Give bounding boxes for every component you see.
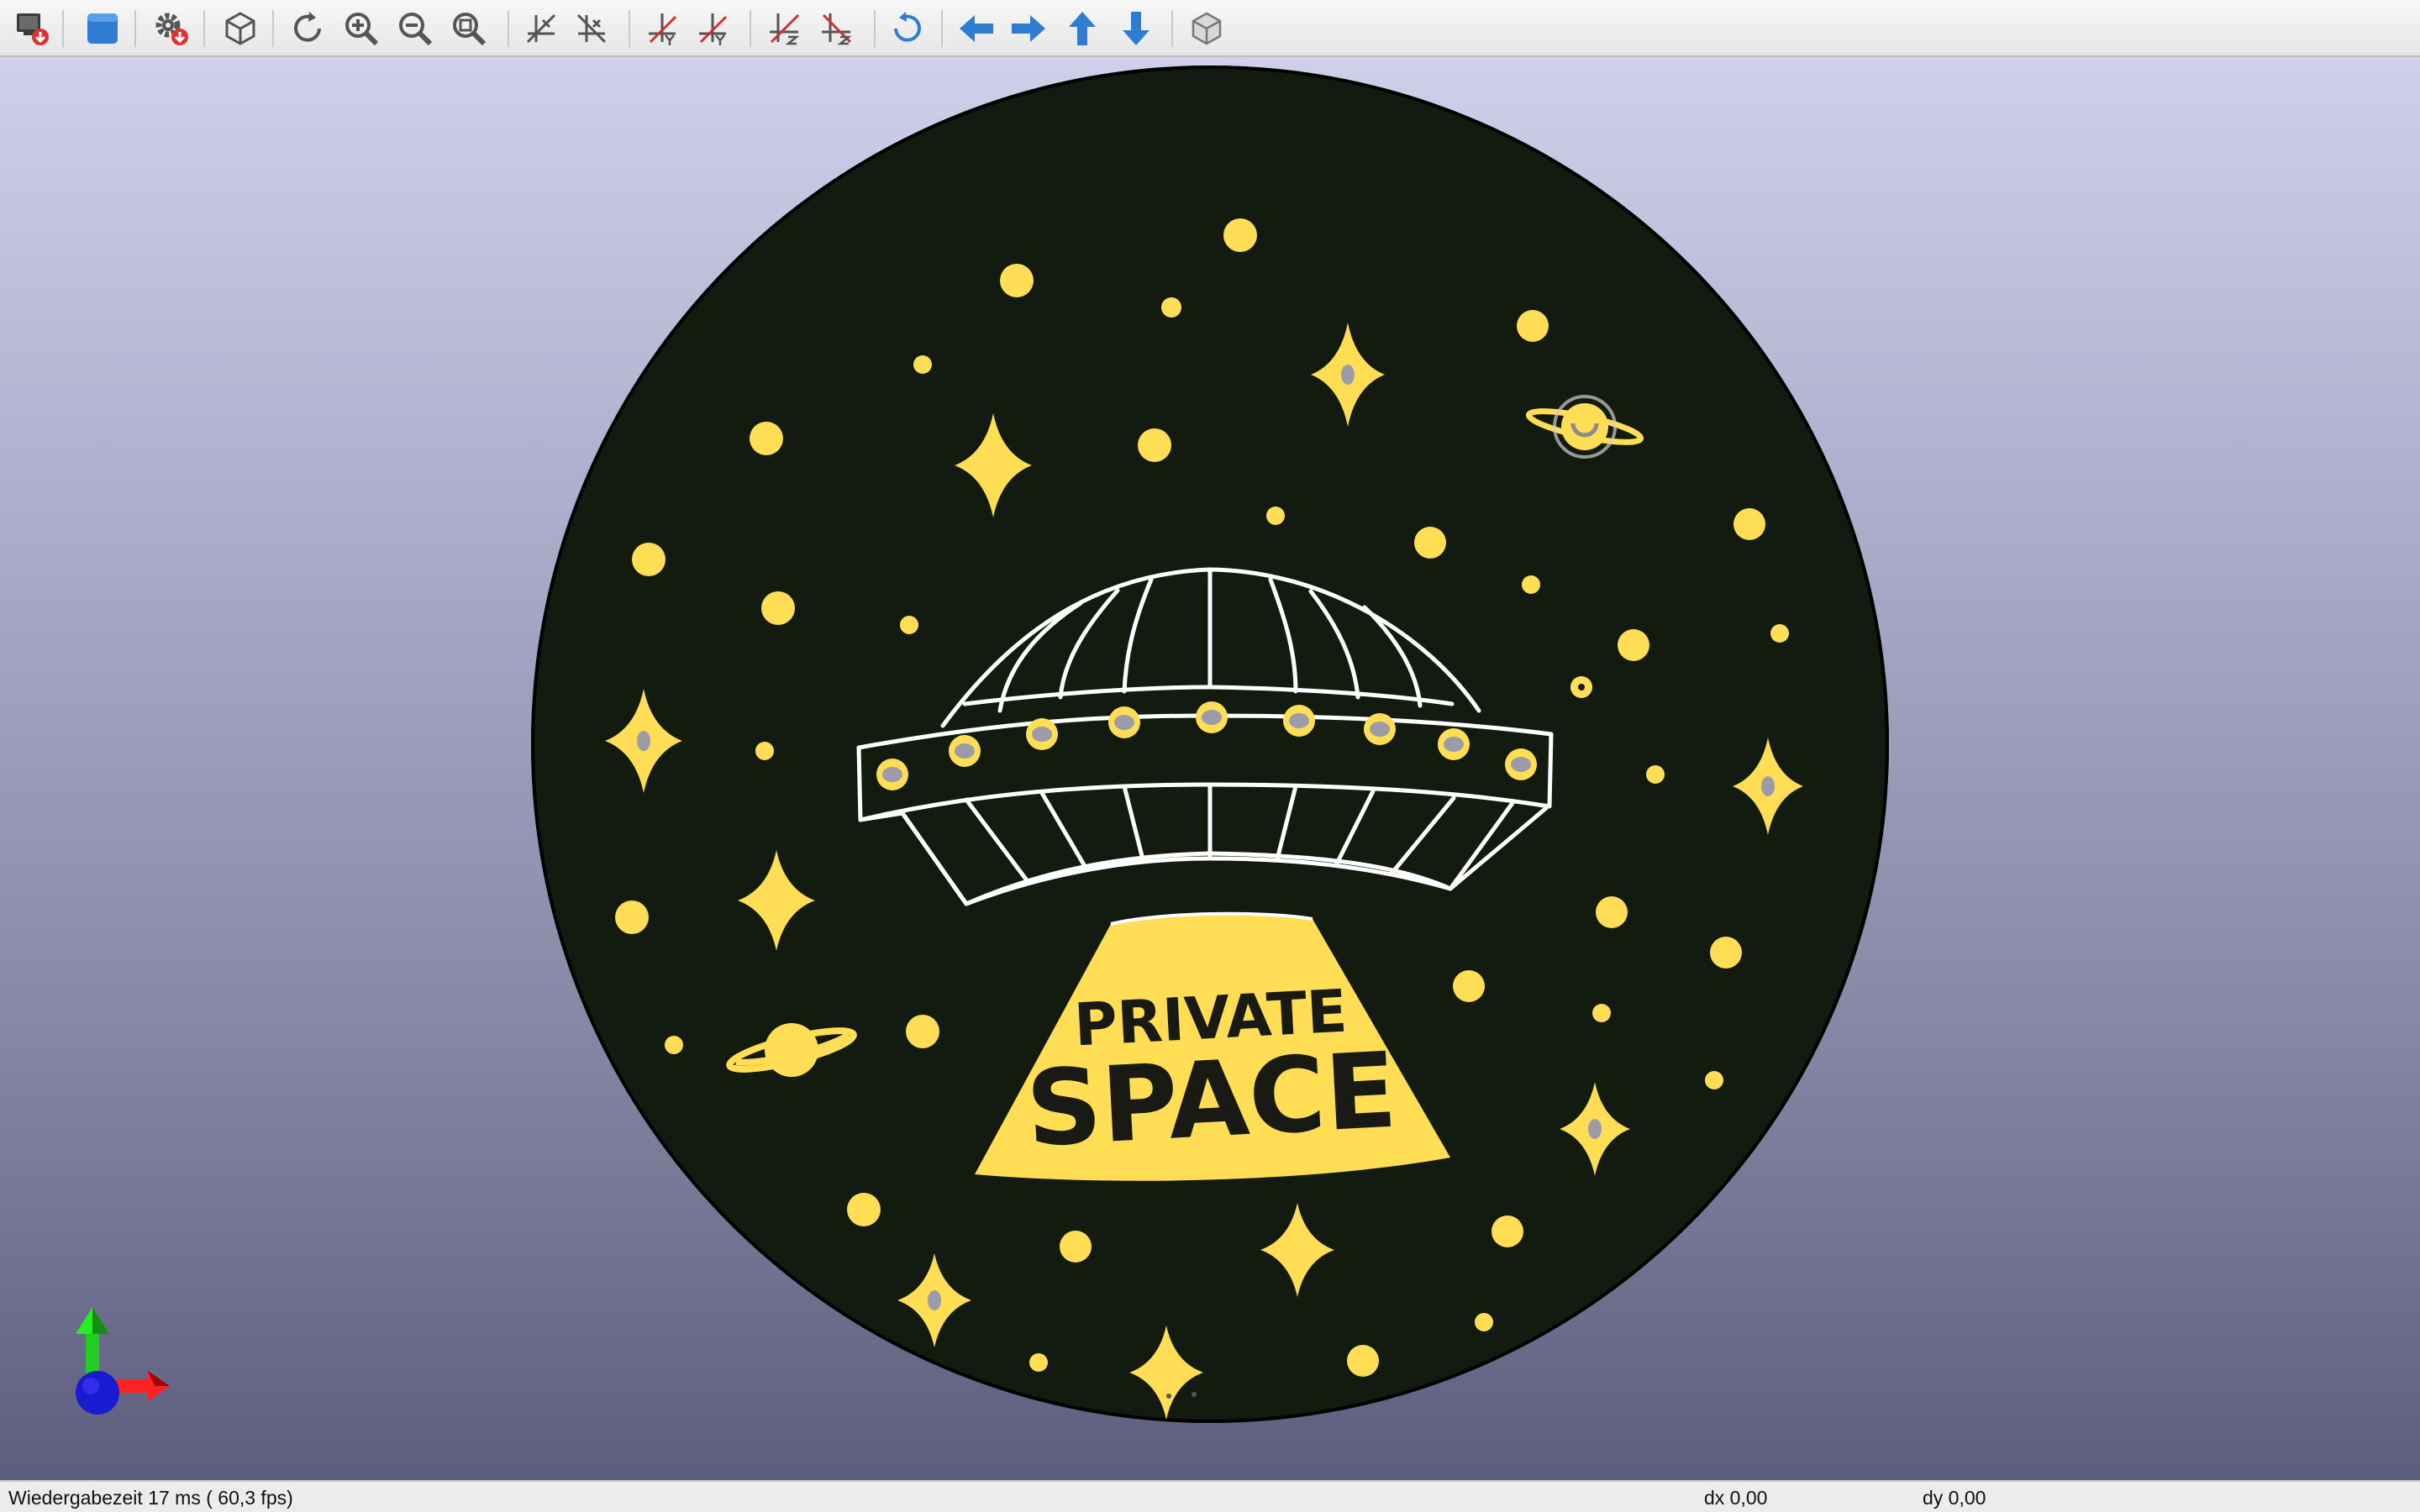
reset-view-button[interactable] <box>217 5 264 52</box>
zoom-in-button[interactable] <box>338 5 385 52</box>
mount-hole <box>1588 1119 1602 1139</box>
pan-down-button[interactable] <box>1113 5 1160 52</box>
star-dot <box>755 742 774 760</box>
flip-z-button-2[interactable] <box>813 5 860 52</box>
star-dot <box>1733 508 1765 540</box>
star-dot <box>1414 527 1446 559</box>
rotate-icon <box>294 12 321 42</box>
model-scene: PRIVATE SPACE <box>76 66 1889 1423</box>
status-bar: Wiedergabezeit 17 ms ( 60,3 fps) dx 0,00… <box>0 1480 2420 1512</box>
star-dot <box>1347 1345 1379 1377</box>
flip-x-button-2[interactable] <box>568 5 615 52</box>
dy-readout: dy 0,00 <box>1923 1487 1986 1509</box>
arrow-right-icon <box>1012 15 1045 42</box>
zoom-fit-button[interactable] <box>445 5 492 52</box>
star-dot <box>632 543 666 576</box>
star-dot <box>761 591 795 625</box>
dx-readout: dx 0,00 <box>1704 1487 1768 1509</box>
axis-y-flip-icon <box>699 13 728 45</box>
render-time-label: Wiedergabezeit 17 ms ( 60,3 fps) <box>8 1487 293 1509</box>
flip-y-button-2[interactable] <box>689 5 736 52</box>
wire-cube-icon <box>1192 12 1222 45</box>
star-dot <box>847 1193 881 1226</box>
mount-hole <box>1341 365 1355 385</box>
star-dot <box>1453 970 1485 1002</box>
zoom-out-button[interactable] <box>392 5 439 52</box>
coaster-disc <box>531 66 1889 1423</box>
star-dot <box>1522 575 1540 594</box>
axis-x-flip-icon <box>576 13 607 44</box>
iso-cube-icon <box>225 12 255 45</box>
star-dot <box>913 355 932 374</box>
rotate-button[interactable] <box>284 5 331 52</box>
wire-cube-button[interactable] <box>1183 5 1230 52</box>
star-dot <box>1266 507 1285 525</box>
arrow-down-icon <box>1123 12 1150 45</box>
rotate-clockwise-button[interactable] <box>884 5 931 52</box>
export-button[interactable] <box>8 5 55 52</box>
solid-cube-icon <box>87 13 118 44</box>
star-dot <box>1596 896 1628 928</box>
zoom-in-icon <box>345 13 379 46</box>
star-dot <box>1705 1071 1723 1089</box>
mount-hole <box>1761 776 1775 796</box>
axis-y-flip-icon <box>649 13 677 45</box>
star-dot <box>1592 1004 1611 1022</box>
toolbar <box>0 0 2420 57</box>
arrow-left-icon <box>960 15 993 42</box>
pan-left-button[interactable] <box>953 5 1000 52</box>
star-dot <box>1517 310 1549 342</box>
gear-icon <box>155 13 188 45</box>
pan-up-button[interactable] <box>1059 5 1106 52</box>
arrow-up-icon <box>1069 12 1096 45</box>
star-dot <box>665 1036 683 1054</box>
star-dot <box>1475 1313 1493 1331</box>
star-dot <box>906 1015 939 1048</box>
axis-gizmo <box>76 1307 170 1415</box>
axis-x-flip-icon <box>526 13 556 44</box>
mount-hole <box>928 1290 941 1310</box>
axis-z-flip-icon <box>770 13 800 45</box>
zoom-fit-icon <box>453 13 487 46</box>
star-dot <box>1138 428 1171 462</box>
star-dot <box>615 900 649 934</box>
star-dot <box>1161 297 1181 318</box>
badge-text-space: SPACE <box>1023 1031 1399 1171</box>
star-dot <box>1710 937 1742 969</box>
flip-z-button-1[interactable] <box>761 5 808 52</box>
mount-hole <box>637 731 650 751</box>
pan-right-button[interactable] <box>1005 5 1052 52</box>
axis-z-flip-icon <box>822 13 852 45</box>
zoom-out-icon <box>399 13 433 46</box>
flip-y-button-1[interactable] <box>639 5 686 52</box>
star-dot <box>1491 1215 1523 1247</box>
star-dot <box>1223 218 1257 252</box>
star-dot <box>1029 1353 1048 1372</box>
clockwise-arrow-icon <box>894 12 921 42</box>
star-dot <box>1646 765 1665 784</box>
star-dot <box>1770 624 1789 643</box>
star-dot <box>1060 1231 1092 1263</box>
star-dot <box>900 616 918 634</box>
view-style-button[interactable] <box>79 5 126 52</box>
star-dot <box>1618 629 1649 661</box>
star-dot <box>750 422 783 455</box>
monitor-export-icon <box>17 13 49 45</box>
star-dot <box>1000 264 1034 297</box>
settings-button[interactable] <box>148 5 195 52</box>
flip-x-button-1[interactable] <box>518 5 565 52</box>
3d-viewport[interactable]: PRIVATE SPACE <box>0 57 2420 1480</box>
